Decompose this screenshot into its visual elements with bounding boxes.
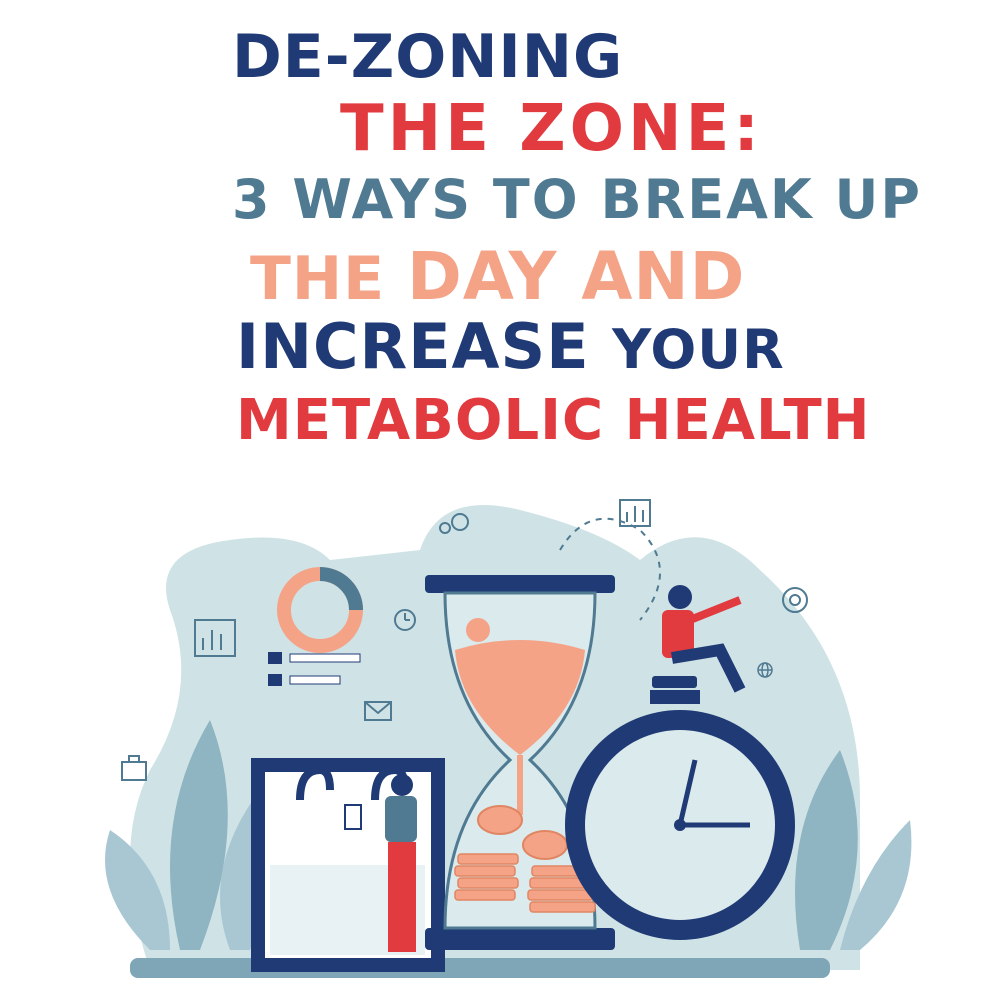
headline-line-2: THE ZONE: (340, 92, 763, 166)
headline-line-5-b: YOUR (612, 318, 785, 381)
headline-line-5: INCREASE YOUR (236, 310, 785, 383)
ground (130, 958, 830, 978)
headline-line-6: METABOLIC HEALTH (236, 388, 871, 453)
headline-line-4: THE DAY AND (250, 238, 745, 315)
headline-line-3: 3 WAYS TO BREAK UP (232, 168, 922, 231)
headline: DE-ZONING THE ZONE: 3 WAYS TO BREAK UP T… (0, 0, 1000, 460)
briefcase-icon (121, 755, 147, 781)
headline-line-5-a: INCREASE (236, 310, 613, 383)
headline-line-1: DE-ZONING (232, 22, 624, 92)
headline-line-4-b: DAY AND (407, 238, 746, 315)
headline-line-4-a: THE (250, 244, 408, 314)
time-money-illustration (105, 499, 912, 978)
